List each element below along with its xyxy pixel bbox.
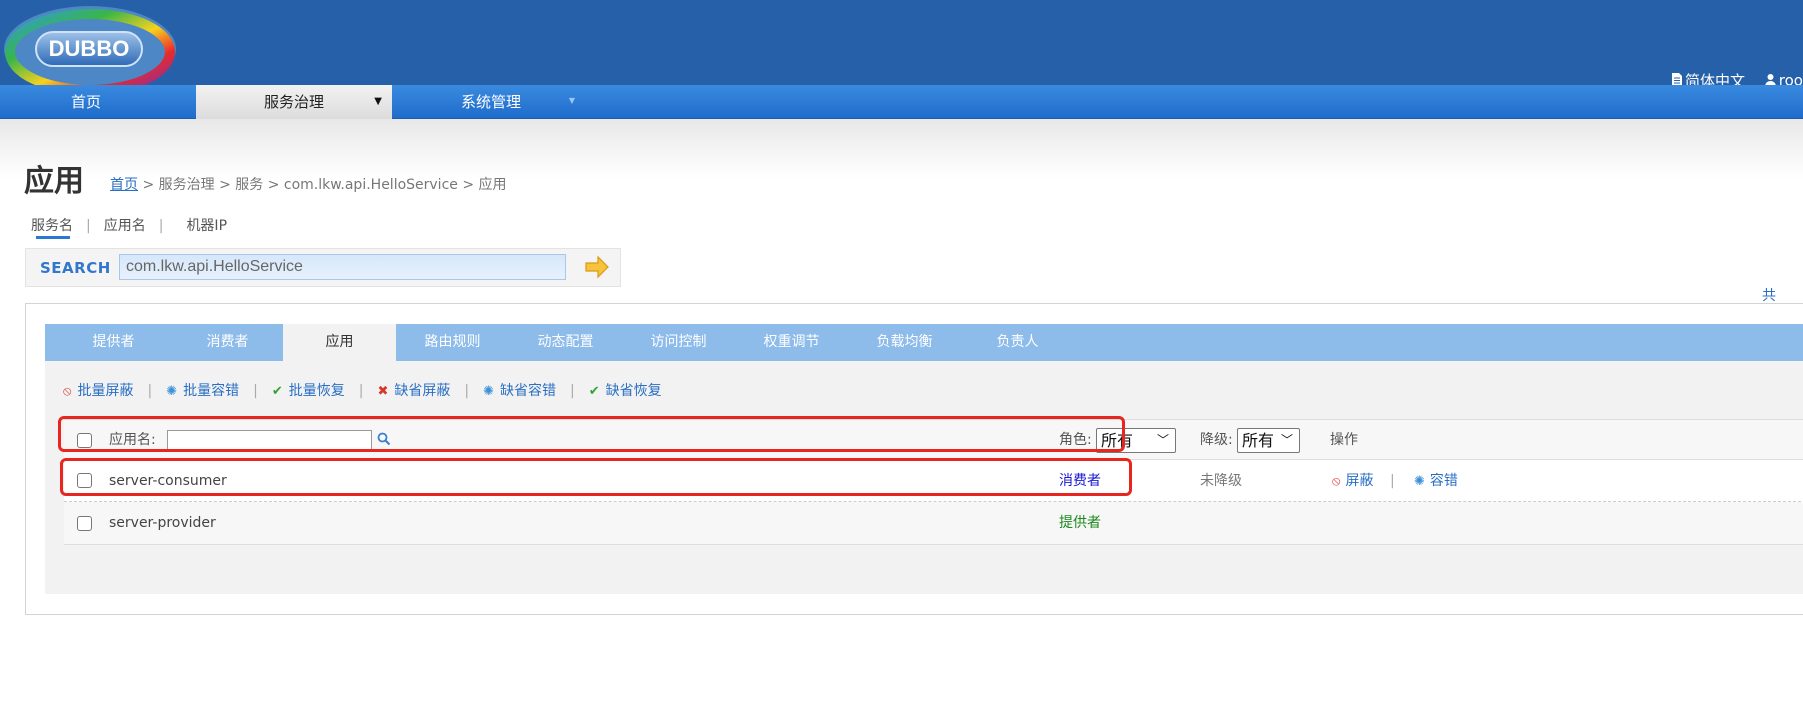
gear-icon: ✺ xyxy=(166,384,178,399)
search-type-service-name[interactable]: 服务名 xyxy=(31,215,73,235)
batch-toolbar: ⦸ 批量屏蔽 | ✺ 批量容错 | ✔ 批量恢复 | ✖ 缺省屏蔽 | ✺ 缺省容错 | ✔ 缺省恢复 xyxy=(63,380,662,400)
logo-text: DUBBO xyxy=(49,36,130,61)
arrow-right-icon[interactable] xyxy=(584,255,610,279)
default-recover-button[interactable]: ✔ 缺省恢复 xyxy=(589,380,662,400)
search-label: SEARCH xyxy=(40,259,111,277)
highlight-box xyxy=(60,458,1132,496)
search-type-active-indicator xyxy=(36,236,70,239)
chevron-down-icon: ﹀ xyxy=(1280,433,1293,447)
chevron-down-icon: ﹀ xyxy=(1156,433,1169,447)
breadcrumb-home-link[interactable]: 首页 xyxy=(110,177,138,193)
tab-access-control[interactable]: 访问控制 xyxy=(622,324,735,361)
content-panel-inner: 提供者 消费者 应用 路由规则 动态配置 访问控制 权重调节 负载均衡 负责人 … xyxy=(45,324,1803,594)
operations-label: 操作 xyxy=(1330,432,1358,448)
role-badge: 提供者 xyxy=(1059,515,1101,531)
block-icon: ⦸ xyxy=(1332,474,1341,489)
block-icon: ⦸ xyxy=(63,384,72,399)
check-icon: ✔ xyxy=(588,384,600,399)
top-header: DUBBO 简体中文 roo xyxy=(0,0,1803,95)
tab-applications[interactable]: 应用 xyxy=(283,324,396,361)
page-header-background xyxy=(0,119,1803,179)
search-type-app-name[interactable]: 应用名 xyxy=(104,215,146,235)
search-type-tabs: 服务名 | 应用名 | 机器IP xyxy=(31,215,227,235)
tab-dynamic-config[interactable]: 动态配置 xyxy=(509,324,622,361)
chevron-down-icon: ▼ xyxy=(568,96,575,105)
check-icon: ✔ xyxy=(271,384,283,399)
app-name: server-provider xyxy=(109,515,216,531)
default-block-button[interactable]: ✖ 缺省屏蔽 xyxy=(377,380,450,400)
batch-tolerance-button[interactable]: ✺ 批量容错 xyxy=(166,380,239,400)
pagination-summary: 共 xyxy=(1762,288,1776,304)
degrade-label: 降级: xyxy=(1200,432,1233,448)
tab-weight-adjust[interactable]: 权重调节 xyxy=(735,324,848,361)
action-separator: | xyxy=(1390,473,1395,489)
close-icon: ✖ xyxy=(377,384,389,399)
tab-owners[interactable]: 负责人 xyxy=(961,324,1074,361)
degrade-select[interactable]: 所有 ﹀ xyxy=(1237,428,1300,453)
row-checkbox[interactable] xyxy=(77,516,92,531)
tab-consumers[interactable]: 消费者 xyxy=(159,324,296,361)
detail-tabs: 提供者 消费者 应用 路由规则 动态配置 访问控制 权重调节 负载均衡 负责人 xyxy=(45,324,1803,361)
default-tolerance-button[interactable]: ✺ 缺省容错 xyxy=(483,380,556,400)
gear-icon: ✺ xyxy=(483,384,494,399)
breadcrumb: 首页 > 服务治理 > 服务 > com.lkw.api.HelloServic… xyxy=(110,174,507,194)
content-panel: 提供者 消费者 应用 路由规则 动态配置 访问控制 权重调节 负载均衡 负责人 … xyxy=(25,303,1803,615)
tab-routing-rules[interactable]: 路由规则 xyxy=(396,324,509,361)
search-box: SEARCH xyxy=(25,248,621,287)
gear-icon: ✺ xyxy=(1414,474,1425,489)
row-tolerance-action[interactable]: ✺ 容错 xyxy=(1414,460,1458,503)
batch-recover-button[interactable]: ✔ 批量恢复 xyxy=(272,380,345,400)
dubbo-logo[interactable]: DUBBO xyxy=(0,4,180,96)
degrade-status: 未降级 xyxy=(1200,473,1242,489)
nav-home[interactable]: 首页 xyxy=(0,85,172,119)
nav-service-governance[interactable]: 服务治理 ▼ xyxy=(196,85,392,119)
table-row: server-provider 提供者 xyxy=(64,502,1803,545)
nav-system-management[interactable]: 系统管理 ▼ xyxy=(393,85,589,119)
batch-block-button[interactable]: ⦸ 批量屏蔽 xyxy=(63,380,133,400)
highlight-box xyxy=(58,416,1125,452)
search-type-machine-ip[interactable]: 机器IP xyxy=(186,215,227,235)
row-block-action[interactable]: ⦸ 屏蔽 xyxy=(1332,460,1373,503)
chevron-down-icon: ▼ xyxy=(374,96,382,107)
page-title: 应用 xyxy=(24,164,84,199)
main-nav: 首页 服务治理 ▼ 系统管理 ▼ xyxy=(0,85,1803,119)
search-input[interactable] xyxy=(119,254,566,280)
tab-load-balance[interactable]: 负载均衡 xyxy=(848,324,961,361)
breadcrumb-path: > 服务治理 > 服务 > com.lkw.api.HelloService >… xyxy=(138,177,507,193)
